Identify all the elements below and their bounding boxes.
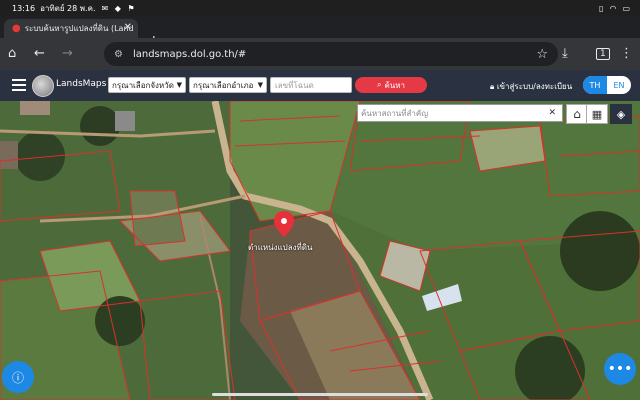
- province-select-value: กรุณาเลือกจังหวัด: [112, 80, 174, 90]
- home-map-button[interactable]: ⌂: [566, 104, 588, 124]
- province-select[interactable]: กรุณาเลือกจังหวัด ▼: [108, 77, 186, 93]
- site-info-icon[interactable]: ⚙: [114, 49, 123, 60]
- status-bar: 13:16 อาทิตย์ 28 พ.ค. ✉ ◆ ⚑ ▯ ◠ ▭: [0, 0, 640, 16]
- hamburger-menu-icon[interactable]: [12, 79, 26, 94]
- clear-search-icon[interactable]: ✕: [548, 108, 556, 118]
- lang-th-button[interactable]: TH: [583, 76, 607, 94]
- back-arrow-icon[interactable]: ←: [34, 46, 45, 61]
- close-tab-icon[interactable]: ✕: [124, 22, 132, 33]
- house-icon: ⌂: [573, 107, 581, 121]
- url-text: landsmaps.dol.go.th/#: [132, 48, 247, 60]
- landsmaps-logo: [32, 75, 54, 97]
- parcel-location-label: ตำแหน่งแปลงที่ดิน: [248, 243, 313, 252]
- map-imagery: [0, 101, 640, 400]
- login-link[interactable]: 🔒︎ เข้าสู่ระบบ/ลงทะเบียน: [490, 80, 572, 93]
- bookmark-star-icon[interactable]: ☆: [536, 47, 548, 62]
- battery-icon: ▭: [622, 3, 630, 13]
- grid-icon: ▦: [591, 107, 603, 121]
- district-select[interactable]: กรุณาเลือกอำเภอ ▼: [189, 77, 267, 93]
- login-label: เข้าสู่ระบบ/ลงทะเบียน: [496, 82, 573, 91]
- layers-icon: ◈: [616, 107, 626, 121]
- download-icon[interactable]: ⤓: [562, 46, 568, 61]
- clock: 13:16: [12, 3, 36, 13]
- app-header: LandsMaps กรุณาเลือกจังหวัด ▼ กรุณาเลือก…: [0, 70, 640, 101]
- grid-map-button[interactable]: ▦: [586, 104, 608, 124]
- notification-icons: ✉ ◆ ⚑: [101, 3, 137, 13]
- brand-name: LandsMaps: [56, 79, 107, 89]
- browser-tab[interactable]: ● ระบบค้นหารูปแปลงที่ดิน (Lands ✕: [4, 19, 138, 38]
- lang-en-button[interactable]: EN: [607, 76, 631, 94]
- parcel-number-input[interactable]: เลขที่โฉนด: [270, 77, 352, 93]
- more-dots-icon: •••: [607, 361, 633, 377]
- info-button[interactable]: ⓘ: [2, 361, 34, 393]
- browser-toolbar: ⌂ ← → ⚙ landsmaps.dol.go.th/# ☆ ⤓ 1 ⋮: [0, 38, 640, 70]
- browser-tab-strip: ● ระบบค้นหารูปแปลงที่ดิน (Lands ✕ +: [0, 16, 640, 49]
- search-icon: ⌕: [376, 80, 382, 89]
- search-button[interactable]: ⌕ ค้นหา: [355, 77, 427, 93]
- address-bar[interactable]: ⚙ landsmaps.dol.go.th/# ☆: [104, 42, 558, 66]
- search-button-label: ค้นหา: [384, 80, 406, 90]
- layers-button[interactable]: ◈: [610, 104, 632, 124]
- home-icon[interactable]: ⌂: [8, 46, 16, 61]
- system-icons: ▯ ◠ ▭: [599, 4, 630, 13]
- chevron-down-icon: ▼: [176, 81, 182, 89]
- info-icon: ⓘ: [11, 370, 24, 385]
- date: อาทิตย์ 28 พ.ค.: [40, 3, 96, 13]
- more-options-fab[interactable]: •••: [604, 353, 636, 385]
- wifi-icon: ◠: [609, 3, 617, 13]
- tab-title: ระบบค้นหารูปแปลงที่ดิน (Lands: [24, 24, 133, 33]
- place-search-input[interactable]: ค้นหาสถานที่สำคัญ ✕: [357, 104, 563, 122]
- place-search-placeholder: ค้นหาสถานที่สำคัญ: [361, 108, 429, 118]
- menu-kebab-icon[interactable]: ⋮: [620, 46, 633, 61]
- language-switch[interactable]: TH EN: [583, 76, 631, 94]
- forward-arrow-icon[interactable]: →: [62, 46, 73, 61]
- vibrate-icon: ▯: [599, 3, 604, 13]
- district-select-value: กรุณาเลือกอำเภอ: [193, 80, 254, 90]
- tab-switcher-button[interactable]: 1: [596, 48, 610, 60]
- favicon-pin-icon: ●: [12, 23, 21, 34]
- satellite-map[interactable]: ค้นหาสถานที่สำคัญ ✕ ⌂ ▦ ◈ ตำแหน่งแปลงที่…: [0, 101, 640, 400]
- lock-icon: 🔒︎: [490, 82, 495, 91]
- chevron-down-icon: ▼: [257, 81, 263, 89]
- gesture-handle: [212, 393, 428, 396]
